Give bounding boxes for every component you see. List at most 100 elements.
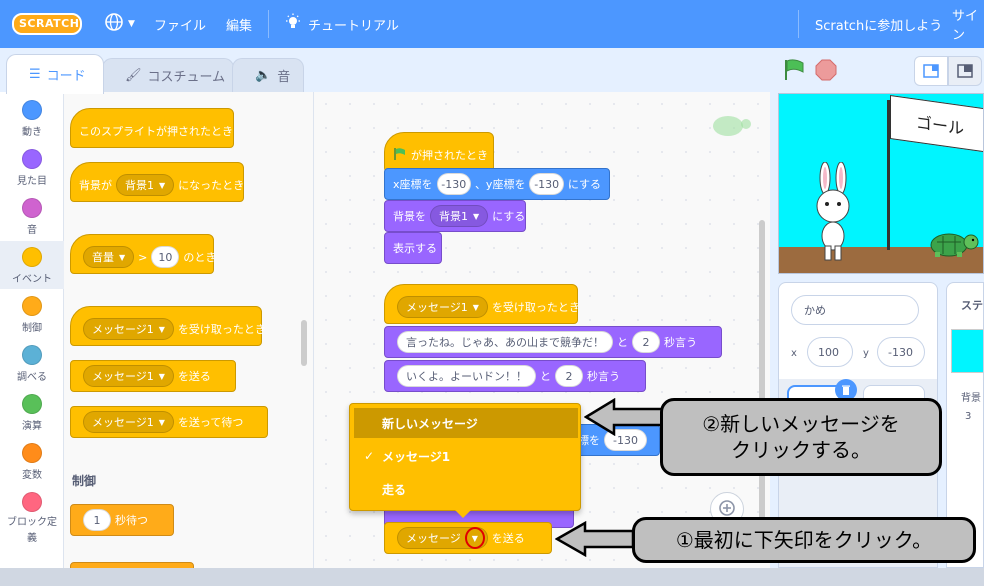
block-palette: このスプライトが押されたとき 背景が 背景1 ▼ になったとき 音量 ▼ > 10 … <box>64 92 314 568</box>
block-text: 秒言う <box>587 370 620 383</box>
block-text: 背景が <box>79 179 112 192</box>
sprite-y-input[interactable]: -130 <box>877 337 925 367</box>
switch-backdrop-block[interactable]: 背景を 背景1 ▼ にする <box>384 200 526 232</box>
join-link[interactable]: Scratchに参加しよう <box>815 0 942 48</box>
y-input[interactable]: -130 <box>529 173 564 195</box>
category-dot <box>22 149 42 169</box>
category-label: 演算 <box>22 421 42 432</box>
category-my-blocks[interactable]: ブロック定義 <box>0 486 64 566</box>
language-menu[interactable]: ▼ <box>104 0 135 48</box>
message-dropdown[interactable]: メッセージ1 ▼ <box>83 365 174 387</box>
file-menu[interactable]: ファイル <box>154 0 206 48</box>
chevron-down-icon: ▼ <box>473 211 480 221</box>
palette-broadcast[interactable]: メッセージ1 ▼ を送る <box>70 360 236 392</box>
loudness-input[interactable]: 10 <box>151 246 180 268</box>
dropdown-value: 背景1 <box>125 179 154 192</box>
code-icon: ☰ <box>29 67 41 82</box>
category-control[interactable]: 制御 <box>0 290 64 338</box>
green-flag-button[interactable] <box>782 58 806 85</box>
edit-menu[interactable]: 編集 <box>226 0 252 48</box>
category-looks[interactable]: 見た目 <box>0 143 64 191</box>
message-dropdown[interactable]: メッセージ1 ▼ <box>83 318 174 340</box>
scratch-logo[interactable]: SCRATCH <box>12 12 82 36</box>
palette-when-loudness[interactable]: 音量 ▼ > 10 のとき <box>70 234 216 274</box>
brush-icon: 🖌 <box>125 68 142 83</box>
dropdown-item-run[interactable]: 走る <box>354 474 578 504</box>
sprite-x-input[interactable]: 100 <box>807 337 853 367</box>
tab-costume[interactable]: 🖌 コスチューム <box>102 58 234 92</box>
palette-when-receive[interactable]: メッセージ1 ▼ を受け取ったとき <box>70 306 266 346</box>
message-dropdown[interactable]: メッセージ ▼ <box>397 527 488 549</box>
wait-input[interactable]: 1 <box>83 509 111 531</box>
message-dropdown[interactable]: メッセージ1 ▼ <box>83 411 174 433</box>
say-for-secs-block[interactable]: いくよ。よーいドン！！ と 2 秒言う <box>384 360 646 392</box>
say-text-input[interactable]: いくよ。よーいドン！！ <box>397 365 536 387</box>
palette-when-sprite-clicked[interactable]: このスプライトが押されたとき <box>70 108 234 148</box>
category-dot <box>22 492 42 512</box>
palette-when-backdrop-switches[interactable]: 背景が 背景1 ▼ になったとき <box>70 162 244 202</box>
x-input[interactable]: -130 <box>436 173 471 195</box>
category-events[interactable]: イベント <box>0 241 64 289</box>
goto-xy-block[interactable]: x座標を -130 、y座標を -130 にする <box>384 168 610 200</box>
sprite-name-input[interactable]: かめ <box>791 295 919 325</box>
loudness-dropdown[interactable]: 音量 ▼ <box>83 246 135 268</box>
broadcast-block[interactable]: メッセージ ▼ を送る <box>384 522 552 554</box>
normal-stage-button[interactable] <box>948 56 982 86</box>
when-receive-block[interactable]: メッセージ1 ▼ を受け取ったとき <box>384 284 580 324</box>
check-icon: ✓ <box>364 449 375 463</box>
block-text: 背景を <box>393 210 426 223</box>
dropdown-arrow-button[interactable]: ▼ <box>464 527 485 549</box>
show-block[interactable]: 表示する <box>384 232 442 264</box>
category-operators[interactable]: 演算 <box>0 388 64 436</box>
block-text: にする <box>567 178 601 191</box>
palette-section-title: 制御 <box>72 474 97 488</box>
say-text-input[interactable]: 言ったね。じゃあ、あの山まで競争だ！ <box>397 331 613 353</box>
dropdown-value: メッセージ1 <box>92 323 154 336</box>
palette-broadcast-and-wait[interactable]: メッセージ1 ▼ を送って待つ <box>70 406 268 438</box>
chevron-down-icon: ▼ <box>128 19 135 29</box>
tab-code[interactable]: ☰ コード <box>6 54 104 94</box>
dropdown-item-new-message[interactable]: 新しいメッセージ <box>354 408 578 438</box>
say-for-secs-block[interactable]: 言ったね。じゃあ、あの山まで競争だ！ と 2 秒言う <box>384 326 722 358</box>
stage-thumbnail[interactable] <box>951 329 983 373</box>
dropdown-value: メッセージ <box>406 532 461 545</box>
category-motion[interactable]: 動き <box>0 94 64 142</box>
rabbit-sprite[interactable] <box>807 161 859 265</box>
category-variables[interactable]: 変数 <box>0 437 64 485</box>
secs-input[interactable]: 2 <box>555 365 583 387</box>
palette-wait[interactable]: 1 秒待つ <box>70 504 174 536</box>
category-sound[interactable]: 音 <box>0 192 64 240</box>
category-menu: 動き 見た目 音 イベント 制御 調べる 演算 変数 ブロック定義 <box>0 92 64 568</box>
message-dropdown[interactable]: メッセージ1 ▼ <box>397 296 488 318</box>
dropdown-item-label: 走る <box>382 482 407 497</box>
category-dot <box>22 394 42 414</box>
block-text: 、y座標を <box>474 178 526 191</box>
backdrop-count: 3 <box>965 411 972 422</box>
block-text: を送る <box>491 532 525 545</box>
lightbulb-icon <box>284 13 302 35</box>
editor-tabs: ☰ コード 🖌 コスチューム 🔈 音 <box>0 48 770 94</box>
tutorial-menu[interactable]: チュートリアル <box>284 0 399 48</box>
category-sensing[interactable]: 調べる <box>0 339 64 387</box>
dropdown-item-message1[interactable]: ✓ メッセージ1 <box>354 441 578 471</box>
stop-button[interactable] <box>814 58 838 85</box>
chevron-down-icon: ▼ <box>472 302 479 312</box>
signin-link[interactable]: サイン <box>952 0 984 48</box>
palette-scrollbar[interactable] <box>301 320 307 366</box>
backdrop-dropdown[interactable]: 背景1 ▼ <box>430 205 489 227</box>
secs-input[interactable]: 2 <box>632 331 660 353</box>
annotation-step2: ②新しいメッセージを クリックする。 <box>660 398 942 476</box>
block-text: と <box>540 370 551 383</box>
category-dot <box>22 100 42 120</box>
green-flag-icon <box>393 147 407 164</box>
category-dot <box>22 345 42 365</box>
backdrop-dropdown[interactable]: 背景1 ▼ <box>116 174 175 196</box>
small-stage-button[interactable] <box>914 56 948 86</box>
goal-banner: ゴール <box>890 94 983 154</box>
when-flag-clicked-block[interactable]: が押されたとき <box>384 132 494 172</box>
category-label: 音 <box>27 225 37 236</box>
tab-sound[interactable]: 🔈 音 <box>232 58 304 92</box>
chevron-down-icon: ▼ <box>119 252 126 262</box>
turtle-sprite[interactable] <box>925 228 981 261</box>
stage[interactable]: ゴール <box>778 93 984 274</box>
